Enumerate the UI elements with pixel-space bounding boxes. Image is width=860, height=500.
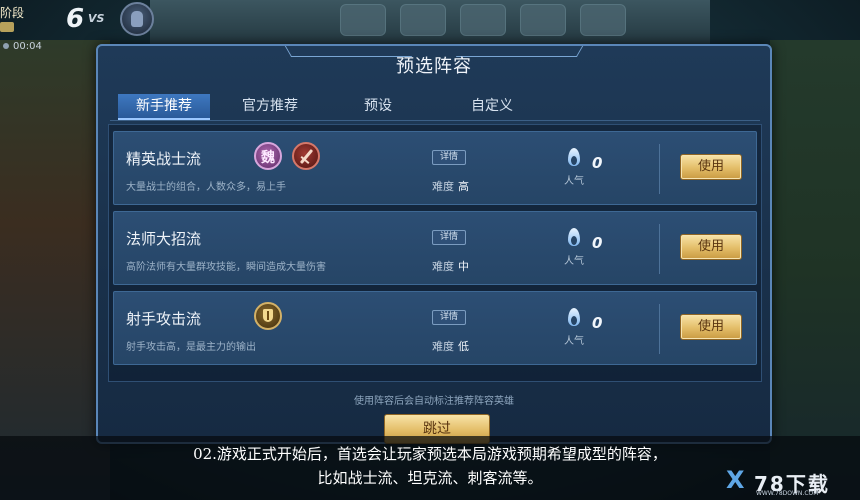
board-tile <box>400 4 446 36</box>
difficulty-value: 中 <box>458 260 469 273</box>
stage-progress-bar <box>0 22 14 32</box>
popularity-label: 人气 <box>564 256 584 267</box>
popularity-count: 0 <box>592 234 603 252</box>
tab-beginner[interactable]: 新手推荐 <box>118 94 210 120</box>
caption-line-1: 02.游戏正式开始后，首选会让玩家预选本局游戏预期希望成型的阵容， <box>193 445 667 463</box>
use-button[interactable]: 使用 <box>680 314 742 340</box>
use-button[interactable]: 使用 <box>680 234 742 260</box>
preset-lineup-dialog: 预选阵容 新手推荐 官方推荐 预设 自定义 精英战士流 魏 大量战士的组合，人数… <box>96 44 772 444</box>
use-button[interactable]: 使用 <box>680 154 742 180</box>
lineup-name: 精英战士流 <box>126 150 202 168</box>
vs-label: VS <box>88 12 105 25</box>
dialog-title: 预选阵容 <box>396 56 472 77</box>
lineup-description: 高阶法师有大量群攻技能，瞬间造成大量伤害 <box>126 262 326 273</box>
difficulty-info: 难度高 <box>432 178 469 194</box>
details-button[interactable]: 详情 <box>432 150 466 165</box>
shield-icon[interactable] <box>254 302 282 330</box>
lineup-row-marksman: 射手攻击流 射手攻击高，是最主力的输出 详情 难度低 0 人气 使用 <box>113 291 757 365</box>
watermark-sub: WWW.78DOWN.COM <box>756 490 819 497</box>
difficulty-value: 低 <box>458 340 469 353</box>
details-button[interactable]: 详情 <box>432 230 466 245</box>
flame-icon <box>566 146 582 168</box>
lineup-description: 大量战士的组合，人数众多，易上手 <box>126 182 286 193</box>
lineup-tabs: 新手推荐 官方推荐 预设 自定义 <box>110 94 760 121</box>
row-divider <box>659 304 660 354</box>
watermark-logo: X 78下载 WWW.78DOWN.COM <box>726 466 856 497</box>
tab-custom[interactable]: 自定义 <box>446 94 538 120</box>
row-divider <box>659 144 660 194</box>
board-tile <box>460 4 506 36</box>
lineup-row-mage: 法师大招流 高阶法师有大量群攻技能，瞬间造成大量伤害 详情 难度中 0 人气 使… <box>113 211 757 285</box>
row-divider <box>659 224 660 274</box>
timer-value: 00:04 <box>13 41 42 52</box>
watermark-x-icon: X <box>726 466 745 494</box>
sword-icon[interactable] <box>292 142 320 170</box>
lineup-list: 精英战士流 魏 大量战士的组合，人数众多，易上手 详情 难度高 0 人气 使用 … <box>108 124 762 382</box>
difficulty-label: 难度 <box>432 340 454 353</box>
clock-icon <box>3 43 9 49</box>
difficulty-info: 难度中 <box>432 258 469 274</box>
match-timer: 00:04 <box>3 41 42 52</box>
background-scenery-right <box>770 40 860 500</box>
background-board <box>150 0 710 48</box>
lineup-name: 法师大招流 <box>126 230 202 248</box>
flame-icon <box>566 226 582 248</box>
popularity-label: 人气 <box>564 336 584 347</box>
board-tile <box>520 4 566 36</box>
difficulty-info: 难度低 <box>432 338 469 354</box>
difficulty-value: 高 <box>458 180 469 193</box>
opponent-avatar[interactable] <box>120 2 154 36</box>
popularity-count: 0 <box>592 154 603 172</box>
stage-label: 阶段 <box>0 6 25 20</box>
difficulty-label: 难度 <box>432 180 454 193</box>
wei-glyph: 魏 <box>261 150 275 166</box>
flame-icon <box>566 306 582 328</box>
popularity-count: 0 <box>592 314 603 332</box>
lineup-description: 射手攻击高，是最主力的输出 <box>126 342 256 353</box>
details-button[interactable]: 详情 <box>432 310 466 325</box>
player-score: 6 <box>66 4 85 34</box>
wei-faction-icon[interactable]: 魏 <box>254 142 282 170</box>
board-tile <box>340 4 386 36</box>
tab-preset[interactable]: 预设 <box>332 94 424 120</box>
board-tile <box>580 4 626 36</box>
lineup-row-warrior: 精英战士流 魏 大量战士的组合，人数众多，易上手 详情 难度高 0 人气 使用 <box>113 131 757 205</box>
tab-official[interactable]: 官方推荐 <box>224 94 316 120</box>
auto-mark-note: 使用阵容后会自动标注推荐阵容英雄 <box>354 396 514 407</box>
background-scenery-left <box>0 40 110 500</box>
popularity-label: 人气 <box>564 176 584 187</box>
lineup-name: 射手攻击流 <box>126 310 202 328</box>
difficulty-label: 难度 <box>432 260 454 273</box>
